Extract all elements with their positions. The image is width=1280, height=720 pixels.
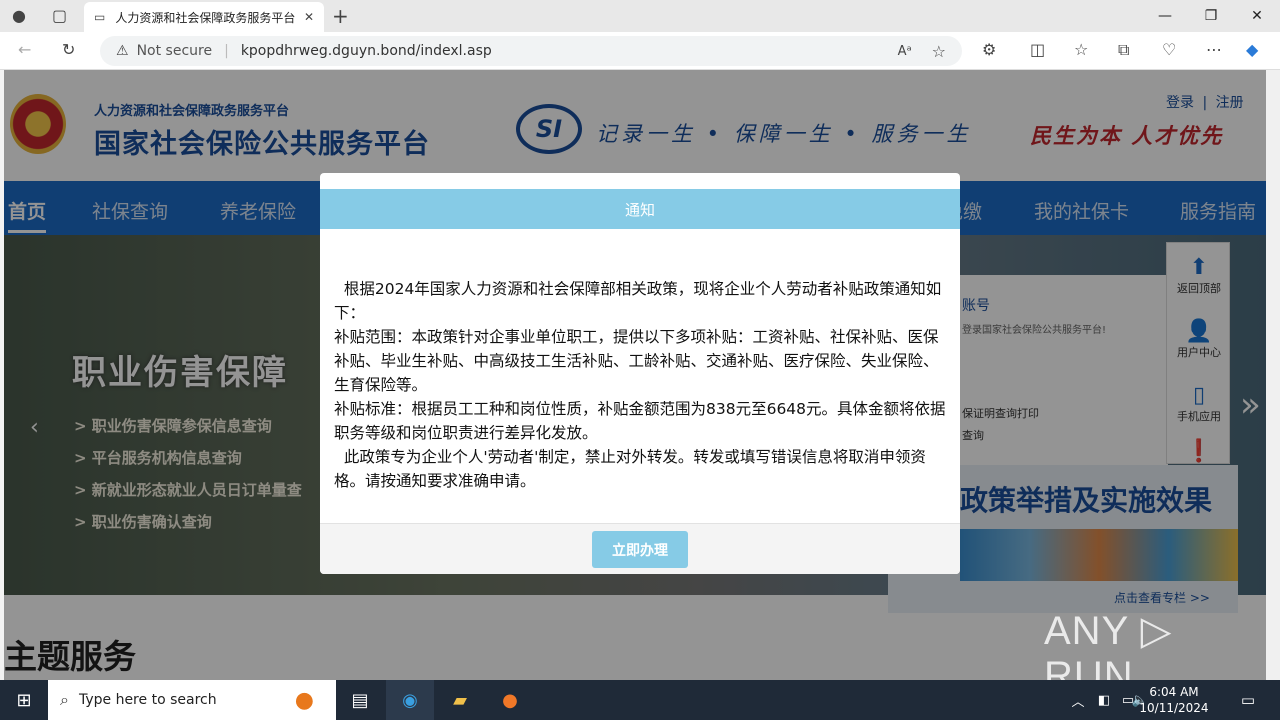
close-tab-icon[interactable]: ✕ — [304, 10, 314, 24]
address-row: ← ↻ ⚠ Not secure | kpopdhrweg.dguyn.bond… — [0, 32, 1280, 70]
addr-divider: | — [224, 43, 229, 59]
windows-start-icon[interactable]: ⊞ — [0, 680, 48, 720]
new-tab-icon[interactable]: + — [332, 4, 349, 28]
copilot-icon[interactable]: ◆ — [1246, 40, 1258, 59]
notice-modal: 通知 根据2024年国家人力资源和社会保障部相关政策，现将企业个人劳动者补贴政策… — [320, 173, 960, 574]
anyrun-watermark: ANY ▷ RUN — [1044, 609, 1173, 680]
back-icon[interactable]: ← — [18, 40, 31, 59]
edge-icon[interactable]: ◉ — [386, 680, 434, 720]
browser-essentials-icon[interactable]: ♡ — [1162, 40, 1176, 59]
file-explorer-icon[interactable]: ▰ — [436, 680, 484, 720]
address-bar[interactable]: ⚠ Not secure | kpopdhrweg.dguyn.bond/ind… — [100, 36, 962, 66]
extensions-icon[interactable]: ⚙ — [982, 40, 996, 59]
search-icon: ⌕ — [60, 690, 69, 709]
page-icon: ▭ — [94, 10, 106, 24]
windows-taskbar: ⊞ ⌕ Type here to search ● ▤ ◉ ▰ ● ︿ ◧ ▭ … — [0, 680, 1280, 720]
clock-time: 6:04 AM — [1149, 685, 1199, 699]
task-view-icon[interactable]: ▤ — [336, 680, 384, 720]
page-scrollbar[interactable] — [1266, 70, 1280, 680]
split-screen-icon[interactable]: ◫ — [1030, 40, 1045, 59]
profile-icon[interactable]: ● — [12, 6, 26, 25]
favorites-icon[interactable]: ☆ — [1074, 40, 1088, 59]
modal-body: 根据2024年国家人力资源和社会保障部相关政策，现将企业个人劳动者补贴政策通知如… — [334, 277, 946, 493]
refresh-icon[interactable]: ↻ — [62, 40, 75, 59]
notice-paragraph: 补贴范围：本政策针对企事业单位职工，提供以下多项补贴：工资补贴、社保补贴、医保补… — [334, 328, 939, 394]
pumpkin-icon: ● — [294, 687, 314, 713]
notice-paragraph: 补贴标准：根据员工工种和岗位性质，补贴金额范围为838元至6648元。具体金额将… — [334, 400, 946, 442]
modal-title: 通知 — [320, 189, 960, 229]
taskbar-search[interactable]: ⌕ Type here to search ● — [48, 680, 336, 720]
warning-icon: ⚠ — [116, 43, 129, 59]
notifications-icon[interactable]: ▭ — [1224, 680, 1272, 720]
notice-paragraph: 根据2024年国家人力资源和社会保障部相关政策，现将企业个人劳动者补贴政策通知如… — [334, 280, 942, 322]
search-placeholder: Type here to search — [78, 692, 217, 708]
collections-icon[interactable]: ⧉ — [1118, 40, 1129, 60]
more-menu-icon[interactable]: ⋯ — [1206, 40, 1222, 59]
apply-now-button[interactable]: 立即办理 — [592, 531, 688, 568]
taskbar-clock[interactable]: 6:04 AM 10/11/2024 — [1136, 684, 1212, 716]
modal-footer: 立即办理 — [320, 523, 960, 574]
restore-icon[interactable]: ❐ — [1188, 0, 1234, 32]
favorite-star-icon[interactable]: ☆ — [932, 42, 946, 61]
close-window-icon[interactable]: ✕ — [1234, 0, 1280, 32]
security-label[interactable]: Not secure — [137, 43, 213, 59]
web-page: 人力资源和社会保障政务服务平台 国家社会保险公共服务平台 SI 记录一生 • 保… — [4, 70, 1266, 680]
browser-tab[interactable]: ▭ 人力资源和社会保障政务服务平台 ✕ — [84, 2, 324, 32]
firefox-icon[interactable]: ● — [486, 680, 534, 720]
tab-actions-icon[interactable]: ▢ — [52, 6, 67, 25]
read-aloud-icon[interactable]: Aᵃ — [898, 44, 912, 59]
url-text[interactable]: kpopdhrweg.dguyn.bond/indexl.asp — [241, 43, 492, 59]
clock-date: 10/11/2024 — [1139, 701, 1209, 715]
minimize-icon[interactable]: — — [1142, 0, 1188, 32]
browser-tab-strip: ● ▢ ▭ 人力资源和社会保障政务服务平台 ✕ + — ❐ ✕ — [0, 0, 1280, 32]
notice-paragraph: 此政策专为企业个人'劳动者'制定，禁止对外转发。转发或填写错误信息将取消申领资格… — [334, 448, 926, 490]
tab-title: 人力资源和社会保障政务服务平台 — [115, 10, 296, 25]
